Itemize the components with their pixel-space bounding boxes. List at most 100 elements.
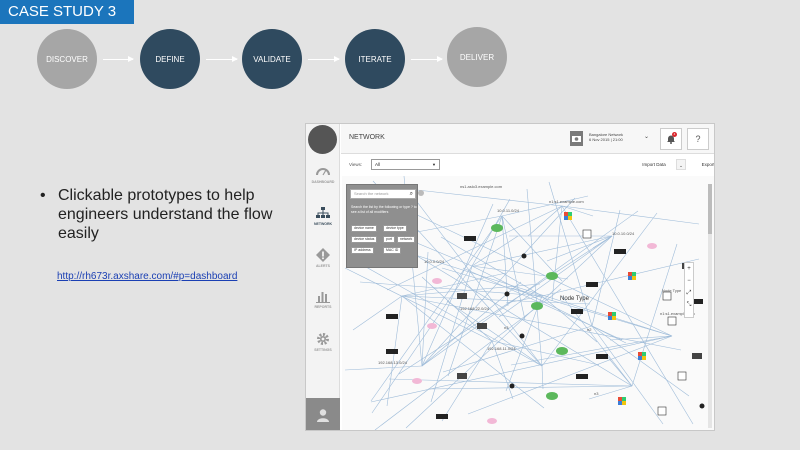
filter-chip[interactable]: port <box>383 236 396 243</box>
network-link <box>401 295 545 409</box>
help-button[interactable]: ? <box>687 128 709 150</box>
network-node-windows[interactable] <box>628 272 636 280</box>
step-deliver: DELIVER <box>447 27 507 87</box>
network-node-printer[interactable] <box>457 373 467 379</box>
network-node-switch[interactable] <box>386 314 398 319</box>
network-node-wifi[interactable] <box>519 333 525 339</box>
network-node-server[interactable] <box>576 374 588 379</box>
network-node-cloud[interactable] <box>427 323 437 329</box>
network-node-server[interactable] <box>464 236 476 241</box>
network-node-switch[interactable] <box>386 349 398 354</box>
chevron-down-icon[interactable]: ⌄ <box>644 133 649 140</box>
network-node-router[interactable] <box>546 272 558 280</box>
top-bar: NETWORK Bangalore Network 6 Nov 2015 | 2… <box>341 124 714 154</box>
network-node-server[interactable] <box>586 282 598 287</box>
network-link <box>404 185 543 367</box>
network-node-cloud[interactable] <box>412 378 422 384</box>
network-node-server[interactable] <box>596 354 608 359</box>
filter-chip[interactable]: device status <box>351 236 378 243</box>
step-iterate: ITERATE <box>345 29 405 89</box>
filter-chip[interactable]: device name <box>351 225 377 232</box>
network-label: n1:s1.example.com <box>549 199 584 204</box>
nav-alerts[interactable]: ALERTS <box>306 248 340 268</box>
step-validate: VALIDATE <box>242 29 302 89</box>
app-screenshot: DASHBOARD NETWORK ALERTS REPORTS SETTING… <box>305 123 715 431</box>
caret-down-icon: ▼ <box>432 162 436 167</box>
logo <box>308 125 337 154</box>
network-label: 192.168.22.0/24 <box>460 306 489 311</box>
filter-chip[interactable]: MAC ID <box>383 247 402 254</box>
case-study-tag: CASE STUDY 3 <box>0 0 134 24</box>
prototype-link[interactable]: http://rh673r.axshare.com/#p=dashboard <box>57 271 237 282</box>
network-node-server[interactable] <box>571 309 583 314</box>
network-node-linux[interactable] <box>662 291 672 301</box>
zoom-in-button[interactable]: + <box>685 263 693 275</box>
filter-chip[interactable]: network <box>397 236 416 243</box>
export-network-button[interactable]: Export Network <box>693 159 714 170</box>
snapshot-button[interactable] <box>570 131 583 146</box>
nav-dashboard[interactable]: DASHBOARD <box>306 164 340 184</box>
network-link <box>407 188 563 207</box>
network-link <box>505 295 543 392</box>
network-node-windows[interactable] <box>618 397 626 405</box>
canvas-scrollbar[interactable] <box>708 184 712 428</box>
filter-chip[interactable]: IP address <box>351 247 374 254</box>
views-select[interactable]: All ▼ <box>371 159 440 170</box>
collapse-icon[interactable]: ⤡ <box>685 299 693 311</box>
network-node-linux[interactable] <box>667 316 677 326</box>
network-selector[interactable]: Bangalore Network 6 Nov 2015 | 21:00 <box>589 132 623 142</box>
toolbar: Views: All ▼ Import Data ⌄ Export Networ… <box>341 155 714 175</box>
scrollbar-thumb[interactable] <box>708 184 712 234</box>
sidebar: DASHBOARD NETWORK ALERTS REPORTS SETTING… <box>306 124 340 430</box>
bullet-dot-icon: • <box>40 187 46 204</box>
notifications-button[interactable]: 4 <box>660 128 682 150</box>
network-node-switch[interactable] <box>436 414 448 419</box>
network-node-printer[interactable] <box>477 323 487 329</box>
notification-badge: 4 <box>672 132 677 137</box>
network-node-cloud[interactable] <box>432 278 442 284</box>
network-node-linux[interactable] <box>582 229 592 239</box>
expand-icon[interactable]: ⤢ <box>685 287 693 299</box>
search-icon[interactable]: ⌕ <box>410 190 413 198</box>
network-node-linux[interactable] <box>677 371 687 381</box>
network-link <box>591 325 664 425</box>
network-node-wifi[interactable] <box>504 291 510 297</box>
network-node-windows[interactable] <box>608 312 616 320</box>
network-node-windows[interactable] <box>564 212 572 220</box>
network-node-cloud[interactable] <box>487 418 497 424</box>
network-node-router[interactable] <box>546 392 558 400</box>
step-arrow <box>206 56 238 62</box>
network-link <box>411 253 673 337</box>
network-label: n3 <box>594 391 599 396</box>
network-label: 10.0.11.0/24 <box>497 208 519 213</box>
search-input[interactable]: Search the network ⌕ <box>350 189 416 199</box>
camera-icon <box>572 136 581 142</box>
network-node-wifi[interactable] <box>699 403 705 409</box>
network-node-windows[interactable] <box>638 352 646 360</box>
network-node-printer[interactable] <box>457 293 467 299</box>
nav-reports[interactable]: REPORTS <box>306 289 340 309</box>
network-node-router[interactable] <box>531 302 543 310</box>
user-profile-button[interactable] <box>306 398 340 430</box>
nav-settings[interactable]: SETTINGS <box>306 332 340 352</box>
network-node-wifi[interactable] <box>509 383 515 389</box>
zoom-out-button[interactable]: − <box>685 275 693 287</box>
network-node-wifi[interactable] <box>521 253 527 259</box>
filter-chip[interactable]: device type <box>383 225 407 232</box>
import-dropdown-button[interactable]: ⌄ <box>676 159 686 170</box>
network-link <box>427 385 633 390</box>
nav-network[interactable]: NETWORK <box>306 206 340 226</box>
network-label: Node Type <box>662 288 682 293</box>
network-node-switch[interactable] <box>614 249 626 254</box>
network-node-router[interactable] <box>556 347 568 355</box>
network-node-linux[interactable] <box>657 406 667 416</box>
network-node-printer[interactable] <box>692 353 702 359</box>
network-node-router[interactable] <box>491 224 503 232</box>
info-icon[interactable] <box>418 190 424 196</box>
network-link <box>440 236 543 297</box>
network-label: 10.0.10.0/24 <box>612 231 635 236</box>
step-arrow <box>308 56 340 62</box>
views-label: Views: <box>349 162 363 167</box>
network-node-cloud[interactable] <box>647 243 657 249</box>
import-data-button[interactable]: Import Data <box>633 159 675 170</box>
